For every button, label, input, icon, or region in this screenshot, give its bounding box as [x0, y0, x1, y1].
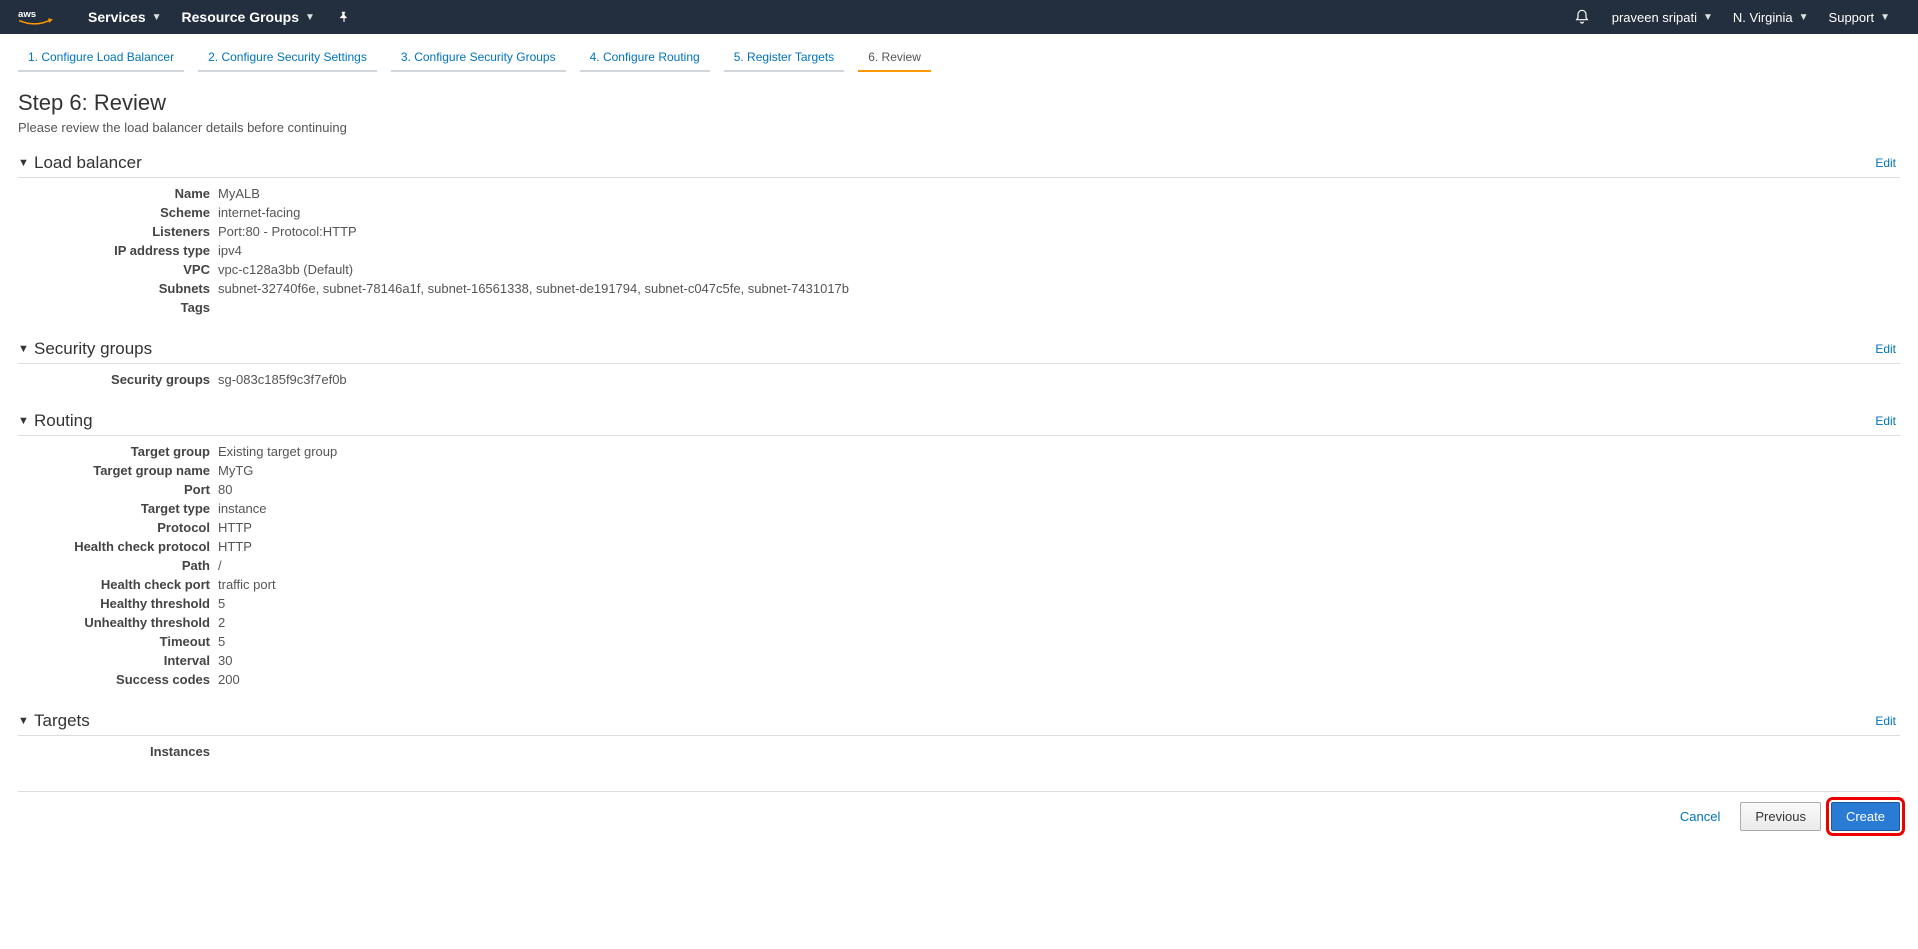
top-navbar: aws Services ▼ Resource Groups ▼ praveen…	[0, 0, 1918, 34]
section-title: Load balancer	[34, 153, 142, 173]
routing-hcp-key: Health check protocol	[18, 539, 218, 554]
routing-target-type-value: instance	[218, 501, 266, 516]
page-body: Step 6: Review Please review the load ba…	[0, 72, 1918, 761]
disclosure-triangle-icon: ▼	[18, 415, 34, 427]
routing-port-value: 80	[218, 482, 232, 497]
routing-timeout-key: Timeout	[18, 634, 218, 649]
section-security-groups: ▼ Security groups Edit Security groupssg…	[18, 335, 1900, 389]
support-label: Support	[1829, 10, 1875, 25]
sg-value: sg-083c185f9c3f7ef0b	[218, 372, 347, 387]
services-label: Services	[88, 9, 146, 25]
account-label: praveen sripati	[1612, 10, 1697, 25]
cancel-link[interactable]: Cancel	[1670, 803, 1730, 830]
section-header-load-balancer[interactable]: ▼ Load balancer Edit	[18, 149, 1900, 178]
lb-scheme-value: internet-facing	[218, 205, 300, 220]
section-load-balancer: ▼ Load balancer Edit NameMyALB Schemeint…	[18, 149, 1900, 317]
wizard-tab-2[interactable]: 2. Configure Security Settings	[198, 44, 377, 72]
lb-listeners-key: Listeners	[18, 224, 218, 239]
section-title: Security groups	[34, 339, 152, 359]
routing-path-value: /	[218, 558, 222, 573]
page-subtitle: Please review the load balancer details …	[18, 120, 1900, 135]
section-routing: ▼ Routing Edit Target groupExisting targ…	[18, 407, 1900, 689]
wizard-tabs: 1. Configure Load Balancer 2. Configure …	[18, 44, 1918, 72]
routing-target-group-key: Target group	[18, 444, 218, 459]
routing-target-type-key: Target type	[18, 501, 218, 516]
routing-port-key: Port	[18, 482, 218, 497]
disclosure-triangle-icon: ▼	[18, 343, 34, 355]
lb-subnets-value: subnet-32740f6e, subnet-78146a1f, subnet…	[218, 281, 849, 296]
disclosure-triangle-icon: ▼	[18, 157, 34, 169]
lb-scheme-key: Scheme	[18, 205, 218, 220]
routing-interval-key: Interval	[18, 653, 218, 668]
section-title: Targets	[34, 711, 90, 731]
lb-name-key: Name	[18, 186, 218, 201]
services-menu[interactable]: Services ▼	[78, 0, 172, 34]
routing-target-group-value: Existing target group	[218, 444, 337, 459]
routing-unhealthy-threshold-key: Unhealthy threshold	[18, 615, 218, 630]
edit-link-routing[interactable]: Edit	[1875, 414, 1900, 428]
routing-protocol-key: Protocol	[18, 520, 218, 535]
routing-target-group-name-key: Target group name	[18, 463, 218, 478]
routing-hcp-value: HTTP	[218, 539, 252, 554]
region-menu[interactable]: N. Virginia ▼	[1723, 0, 1819, 34]
edit-link-targets[interactable]: Edit	[1875, 714, 1900, 728]
aws-logo[interactable]: aws	[18, 7, 54, 27]
lb-vpc-value: vpc-c128a3bb (Default)	[218, 262, 353, 277]
account-menu[interactable]: praveen sripati ▼	[1602, 0, 1723, 34]
wizard-tab-3[interactable]: 3. Configure Security Groups	[391, 44, 566, 72]
wizard-footer: Cancel Previous Create	[18, 791, 1900, 851]
wizard-tab-1[interactable]: 1. Configure Load Balancer	[18, 44, 184, 72]
section-targets: ▼ Targets Edit Instances	[18, 707, 1900, 761]
section-header-security-groups[interactable]: ▼ Security groups Edit	[18, 335, 1900, 364]
routing-success-codes-key: Success codes	[18, 672, 218, 687]
routing-protocol-value: HTTP	[218, 520, 252, 535]
caret-down-icon: ▼	[1880, 12, 1890, 23]
routing-hcport-value: traffic port	[218, 577, 276, 592]
routing-target-group-name-value: MyTG	[218, 463, 253, 478]
wizard-tab-6[interactable]: 6. Review	[858, 44, 931, 72]
previous-button[interactable]: Previous	[1740, 802, 1821, 831]
notifications-icon[interactable]	[1562, 9, 1602, 25]
edit-link-security-groups[interactable]: Edit	[1875, 342, 1900, 356]
lb-subnets-key: Subnets	[18, 281, 218, 296]
section-title: Routing	[34, 411, 93, 431]
lb-vpc-key: VPC	[18, 262, 218, 277]
routing-healthy-threshold-key: Healthy threshold	[18, 596, 218, 611]
caret-down-icon: ▼	[152, 12, 162, 23]
sg-key: Security groups	[18, 372, 218, 387]
resource-groups-label: Resource Groups	[182, 9, 299, 25]
wizard-tab-4[interactable]: 4. Configure Routing	[580, 44, 710, 72]
region-label: N. Virginia	[1733, 10, 1793, 25]
edit-link-load-balancer[interactable]: Edit	[1875, 156, 1900, 170]
support-menu[interactable]: Support ▼	[1819, 0, 1900, 34]
lb-tags-key: Tags	[18, 300, 218, 315]
caret-down-icon: ▼	[1799, 12, 1809, 23]
routing-timeout-value: 5	[218, 634, 225, 649]
resource-groups-menu[interactable]: Resource Groups ▼	[172, 0, 325, 34]
lb-name-value: MyALB	[218, 186, 260, 201]
wizard-tab-5[interactable]: 5. Register Targets	[724, 44, 845, 72]
routing-hcport-key: Health check port	[18, 577, 218, 592]
routing-healthy-threshold-value: 5	[218, 596, 225, 611]
disclosure-triangle-icon: ▼	[18, 715, 34, 727]
section-header-routing[interactable]: ▼ Routing Edit	[18, 407, 1900, 436]
pin-icon[interactable]	[325, 10, 363, 24]
routing-interval-value: 30	[218, 653, 232, 668]
targets-instances-key: Instances	[18, 744, 218, 759]
section-header-targets[interactable]: ▼ Targets Edit	[18, 707, 1900, 736]
lb-listeners-value: Port:80 - Protocol:HTTP	[218, 224, 357, 239]
svg-text:aws: aws	[18, 9, 36, 20]
routing-unhealthy-threshold-value: 2	[218, 615, 225, 630]
routing-success-codes-value: 200	[218, 672, 240, 687]
lb-ip-key: IP address type	[18, 243, 218, 258]
caret-down-icon: ▼	[305, 12, 315, 23]
page-title: Step 6: Review	[18, 90, 1900, 116]
caret-down-icon: ▼	[1703, 12, 1713, 23]
routing-path-key: Path	[18, 558, 218, 573]
lb-ip-value: ipv4	[218, 243, 242, 258]
create-button[interactable]: Create	[1831, 802, 1900, 831]
